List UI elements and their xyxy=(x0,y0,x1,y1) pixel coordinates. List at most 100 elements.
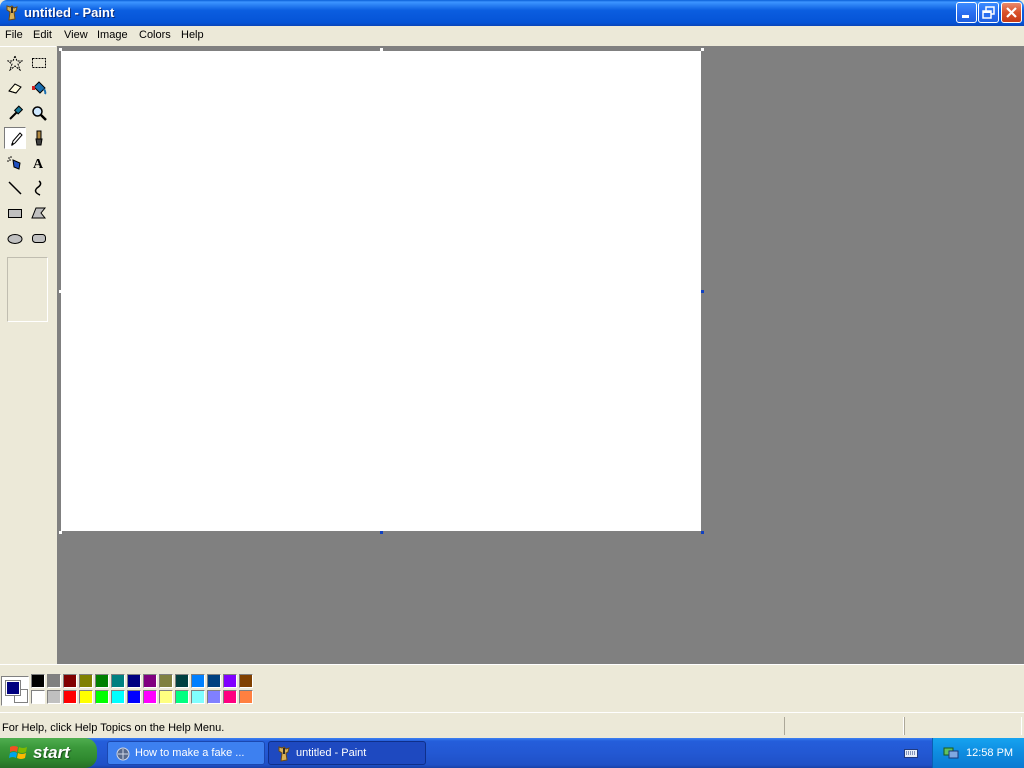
palette-color-swatch[interactable] xyxy=(159,690,173,704)
fill-tool[interactable] xyxy=(28,77,50,99)
menu-edit[interactable]: Edit xyxy=(33,29,52,41)
palette-color-swatch[interactable] xyxy=(47,690,61,704)
close-icon xyxy=(1006,7,1017,18)
svg-text:A: A xyxy=(33,157,44,171)
airbrush-tool[interactable] xyxy=(4,152,26,174)
minimize-icon xyxy=(962,15,969,18)
palette-color-swatch[interactable] xyxy=(47,674,61,688)
taskbar-item-label: untitled - Paint xyxy=(296,747,367,759)
palette-color-swatch[interactable] xyxy=(223,674,237,688)
application-icon xyxy=(116,747,130,761)
taskbar-item-paint[interactable]: untitled - Paint xyxy=(268,741,426,765)
status-bar: For Help, click Help Topics on the Help … xyxy=(0,712,1024,739)
palette-color-swatch[interactable] xyxy=(143,674,157,688)
window-title: untitled - Paint xyxy=(24,5,115,20)
eyedropper-icon xyxy=(9,105,23,120)
menu-image[interactable]: Image xyxy=(97,29,128,41)
palette-color-swatch[interactable] xyxy=(207,674,221,688)
palette-color-swatch[interactable] xyxy=(63,674,77,688)
status-help-text: For Help, click Help Topics on the Help … xyxy=(2,722,225,734)
brush-tool[interactable] xyxy=(28,127,50,149)
current-colors[interactable] xyxy=(1,676,29,706)
canvas-resize-handle-right[interactable] xyxy=(701,290,704,293)
ellipse-tool[interactable] xyxy=(4,227,26,249)
tool-options-box[interactable] xyxy=(7,257,48,322)
windows-logo-icon xyxy=(9,746,27,759)
rounded-rectangle-tool[interactable] xyxy=(28,227,50,249)
palette-color-swatch[interactable] xyxy=(95,690,109,704)
palette-color-swatch[interactable] xyxy=(111,690,125,704)
palette-color-swatch[interactable] xyxy=(63,690,77,704)
rectangle-icon xyxy=(8,209,22,218)
free-form-select-tool[interactable] xyxy=(4,52,26,74)
curve-icon xyxy=(34,180,42,196)
taskbar: start How to make a fake ... untitled - … xyxy=(0,738,1024,768)
palette-color-swatch[interactable] xyxy=(223,690,237,704)
canvas-resize-handle-bottom[interactable] xyxy=(380,531,383,534)
start-button[interactable]: start xyxy=(0,738,97,768)
keyboard-icon[interactable] xyxy=(904,747,918,762)
canvas-handle xyxy=(59,531,62,534)
palette-color-swatch[interactable] xyxy=(31,674,45,688)
line-icon xyxy=(8,181,22,195)
pick-color-tool[interactable] xyxy=(4,102,26,124)
pencil-tool[interactable] xyxy=(4,127,26,149)
menu-view[interactable]: View xyxy=(64,29,88,41)
curve-tool[interactable] xyxy=(28,177,50,199)
restore-button[interactable] xyxy=(978,2,999,23)
star-select-icon xyxy=(7,55,23,71)
palette-color-swatch[interactable] xyxy=(191,690,205,704)
title-bar[interactable]: untitled - Paint xyxy=(0,0,1024,26)
palette-color-swatch[interactable] xyxy=(127,690,141,704)
system-tray: 12:58 PM xyxy=(932,738,1024,768)
status-pane-size xyxy=(904,717,1022,735)
palette-color-swatch[interactable] xyxy=(95,674,109,688)
rectangle-tool[interactable] xyxy=(4,202,26,224)
network-icon[interactable] xyxy=(943,744,959,763)
canvas-resize-handle-corner[interactable] xyxy=(701,531,704,534)
polygon-tool[interactable] xyxy=(28,202,50,224)
menu-colors[interactable]: Colors xyxy=(139,29,171,41)
palette-color-swatch[interactable] xyxy=(159,674,173,688)
menu-help[interactable]: Help xyxy=(181,29,204,41)
paint-app-icon xyxy=(278,746,290,762)
taskbar-item-browser[interactable]: How to make a fake ... xyxy=(107,741,265,765)
drawing-canvas[interactable] xyxy=(61,51,701,531)
toolbox: A xyxy=(0,46,56,665)
brush-icon xyxy=(35,130,43,146)
canvas-handle xyxy=(59,48,62,51)
palette-color-swatch[interactable] xyxy=(127,674,141,688)
palette-color-swatch[interactable] xyxy=(239,690,253,704)
palette-color-swatch[interactable] xyxy=(79,690,93,704)
line-tool[interactable] xyxy=(4,177,26,199)
magnifier-tool[interactable] xyxy=(28,102,50,124)
ellipse-icon xyxy=(7,234,23,244)
color-box xyxy=(0,664,1024,713)
palette-color-swatch[interactable] xyxy=(111,674,125,688)
menu-bar: File Edit View Image Colors Help xyxy=(0,26,1024,45)
text-tool[interactable]: A xyxy=(28,152,50,174)
paint-app-icon[interactable] xyxy=(4,5,20,21)
palette-color-swatch[interactable] xyxy=(239,674,253,688)
canvas-handle xyxy=(380,48,383,51)
palette-color-swatch[interactable] xyxy=(79,674,93,688)
select-tool[interactable] xyxy=(28,52,50,74)
palette-color-swatch[interactable] xyxy=(191,674,205,688)
palette-color-swatch[interactable] xyxy=(175,690,189,704)
paint-bucket-icon xyxy=(32,81,47,95)
menu-file[interactable]: File xyxy=(5,29,23,41)
palette-color-swatch[interactable] xyxy=(175,674,189,688)
polygon-icon xyxy=(31,207,47,219)
rect-select-icon xyxy=(32,58,46,68)
status-pane-coords xyxy=(784,717,904,735)
palette-color-swatch[interactable] xyxy=(207,690,221,704)
text-icon: A xyxy=(33,157,44,171)
magnifier-icon xyxy=(32,106,47,121)
airbrush-icon xyxy=(7,156,21,170)
pencil-icon xyxy=(11,132,23,147)
close-button[interactable] xyxy=(1001,2,1022,23)
eraser-tool[interactable] xyxy=(4,77,26,99)
minimize-button[interactable] xyxy=(956,2,977,23)
palette-color-swatch[interactable] xyxy=(31,690,45,704)
palette-color-swatch[interactable] xyxy=(143,690,157,704)
